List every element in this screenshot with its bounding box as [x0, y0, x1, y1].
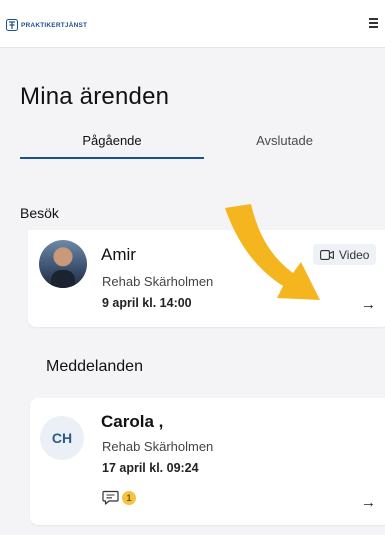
message-datetime: 17 april kl. 09:24	[102, 461, 199, 475]
message-sender-name: Carola ,	[101, 412, 164, 431]
top-bar: PRAKTIKERTJÄNST	[0, 0, 385, 48]
messages-heading: Meddelanden	[46, 358, 143, 375]
tab-bar: Pågående Avslutade	[20, 133, 365, 161]
brand-logo[interactable]: PRAKTIKERTJÄNST	[6, 19, 87, 31]
visit-card[interactable]: Amir Video Rehab Skärholmen 9 april kl. …	[28, 230, 385, 327]
sender-initials-avatar: CH	[40, 416, 84, 460]
hamburger-menu-icon[interactable]	[369, 16, 381, 30]
logo-icon	[6, 19, 18, 31]
brand-name: PRAKTIKERTJÄNST	[21, 21, 88, 29]
arrow-right-icon[interactable]: →	[361, 494, 376, 511]
visits-heading: Besök	[20, 205, 59, 221]
message-meta: 1	[102, 490, 136, 505]
video-camera-icon	[320, 249, 334, 260]
message-clinic: Rehab Skärholmen	[102, 439, 214, 454]
visit-clinic: Rehab Skärholmen	[102, 274, 214, 289]
avatar	[39, 240, 87, 288]
tab-closed[interactable]: Avslutade	[204, 133, 365, 161]
video-badge-label: Video	[339, 247, 370, 262]
chat-bubble-icon	[102, 490, 119, 505]
visit-practitioner-name: Amir	[101, 245, 136, 264]
active-tab-indicator	[20, 157, 204, 159]
app-screen: PRAKTIKERTJÄNST Mina ärenden Pågående Av…	[0, 0, 385, 535]
arrow-right-icon[interactable]: →	[361, 296, 376, 313]
message-card[interactable]: CH Carola , Rehab Skärholmen 17 april kl…	[30, 398, 385, 525]
video-badge: Video	[313, 244, 377, 265]
visit-datetime: 9 april kl. 14:00	[102, 296, 192, 310]
unread-count-badge: 1	[122, 490, 136, 505]
page-title: Mina ärenden	[20, 83, 170, 110]
